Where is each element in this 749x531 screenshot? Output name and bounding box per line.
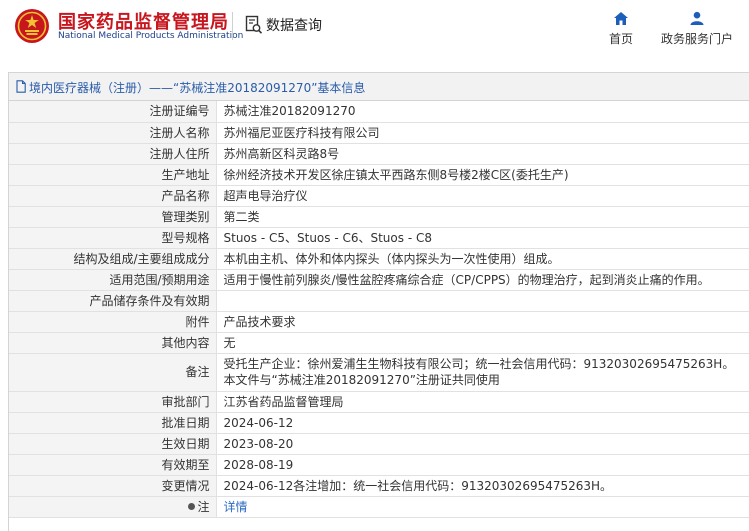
row-label: 附件 (9, 311, 217, 333)
national-emblem-logo[interactable] (14, 8, 50, 44)
table-row: 型号规格 Stuos - C5、Stuos - C6、Stuos - C8 (9, 227, 749, 249)
row-label: 审批部门 (9, 391, 217, 413)
row-label: 管理类别 (9, 206, 217, 228)
table-row: 生效日期 2023-08-20 (9, 433, 749, 455)
table-row: 其他内容无 (9, 332, 749, 354)
home-icon (614, 12, 628, 25)
table-row: 批准日期 2024-06-12 (9, 412, 749, 434)
row-label: 其他内容 (9, 332, 217, 354)
panel-title: 境内医疗器械（注册）——“苏械注准20182091270”基本信息 (29, 81, 366, 95)
row-label: 型号规格 (9, 227, 217, 249)
row-label: 注册证编号 (9, 101, 217, 123)
user-icon (690, 11, 704, 25)
row-label: 备注 (9, 353, 217, 392)
site-header: 国家药品监督管理局 National Medical Products Admi… (0, 0, 749, 60)
nav-home-label: 首页 (608, 32, 633, 46)
section-title: 数据查询 (266, 18, 322, 34)
table-row: 注册人住所 苏州高新区科灵路8号 (9, 143, 749, 165)
row-value: 江苏省药品监督管理局 (216, 391, 749, 413)
row-label: 批准日期 (9, 412, 217, 434)
nav-service-portal[interactable]: 政务服务门户 (654, 11, 740, 47)
row-value: 2024-06-12 (216, 412, 749, 434)
panel-header: 境内医疗器械（注册）——“苏械注准20182091270”基本信息 (9, 73, 749, 101)
table-row: 变更情况 2024-06-12各注增加：统一社会信用代码：913203026954… (9, 475, 749, 497)
row-label-note: 注 (9, 496, 217, 518)
row-value: 徐州经济技术开发区徐庄镇太平西路东侧8号楼2楼C区(委托生产) (216, 164, 749, 186)
table-row: 备注 受托生产企业：徐州爱浦生生物科技有限公司；统一社会信用代码：91320302… (9, 353, 749, 392)
header-divider (232, 12, 233, 40)
row-value: 苏州福尼亚医疗科技有限公司 (216, 122, 749, 144)
row-value: 苏械注准20182091270 (216, 101, 749, 123)
table-row: 产品名称 超声电导治疗仪 (9, 185, 749, 207)
row-label: 适用范围/预期用途 (9, 269, 217, 291)
row-label: 产品名称 (9, 185, 217, 207)
brand-name-en: National Medical Products Administration (58, 31, 244, 41)
row-value-note: 详情 (216, 496, 749, 518)
data-search-icon (245, 15, 263, 34)
row-value: 苏州高新区科灵路8号 (216, 143, 749, 165)
table-row: 结构及组成/主要组成成分 本机由主机、体外和体内探头（体内探头为一次性使用）组成。 (9, 248, 749, 270)
pin-icon (188, 502, 196, 510)
table-row: 生产地址 徐州经济技术开发区徐庄镇太平西路东侧8号楼2楼C区(委托生产) (9, 164, 749, 186)
table-row-note: 注 详情 (9, 496, 749, 518)
row-label: 结构及组成/主要组成成分 (9, 248, 217, 270)
row-value (216, 290, 749, 312)
row-value: 2024-06-12各注增加：统一社会信用代码：9132030269547526… (216, 475, 749, 497)
row-label: 注册人名称 (9, 122, 217, 144)
row-value: 无 (216, 332, 749, 354)
table-row: 管理类别 第二类 (9, 206, 749, 228)
row-value: 2028-08-19 (216, 454, 749, 476)
row-value: 第二类 (216, 206, 749, 228)
device-info-panel: 境内医疗器械（注册）——“苏械注准20182091270”基本信息 注册证编号苏… (8, 72, 749, 531)
table-row: 附件 产品技术要求 (9, 311, 749, 333)
row-value: 本机由主机、体外和体内探头（体内探头为一次性使用）组成。 (216, 248, 749, 270)
nav-home[interactable]: 首页 (606, 11, 636, 47)
row-value: 2023-08-20 (216, 433, 749, 455)
row-value: 超声电导治疗仪 (216, 185, 749, 207)
row-label: 注册人住所 (9, 143, 217, 165)
table-row: 适用范围/预期用途 适用于慢性前列腺炎/慢性盆腔疼痛综合症（CP/CPPS）的物理… (9, 269, 749, 291)
row-label: 变更情况 (9, 475, 217, 497)
nav-portal-label: 政务服务门户 (660, 32, 733, 46)
document-icon (16, 80, 26, 93)
table-row: 注册证编号 苏械注准20182091270 (9, 101, 749, 123)
table-row: 有效期至 2028-08-19 (9, 454, 749, 476)
row-value: Stuos - C5、Stuos - C6、Stuos - C8 (216, 227, 749, 249)
row-label: 生产地址 (9, 164, 217, 186)
table-row: 审批部门 江苏省药品监督管理局 (9, 391, 749, 413)
details-link[interactable]: 详情 (224, 500, 248, 514)
row-label: 有效期至 (9, 454, 217, 476)
row-label: 产品储存条件及有效期 (9, 290, 217, 312)
row-value: 产品技术要求 (216, 311, 749, 333)
table-row: 产品储存条件及有效期 (9, 290, 749, 312)
info-table: 注册证编号 苏械注准20182091270 注册人名称 苏州福尼亚医疗科技有限公司 注册… (9, 101, 749, 518)
row-value: 受托生产企业：徐州爱浦生生物科技有限公司；统一社会信用代码：9132030269… (216, 353, 749, 392)
row-value: 适用于慢性前列腺炎/慢性盆腔疼痛综合症（CP/CPPS）的物理治疗，起到消炎止痛… (216, 269, 749, 291)
table-row: 注册人名称 苏州福尼亚医疗科技有限公司 (9, 122, 749, 144)
row-label: 生效日期 (9, 433, 217, 455)
